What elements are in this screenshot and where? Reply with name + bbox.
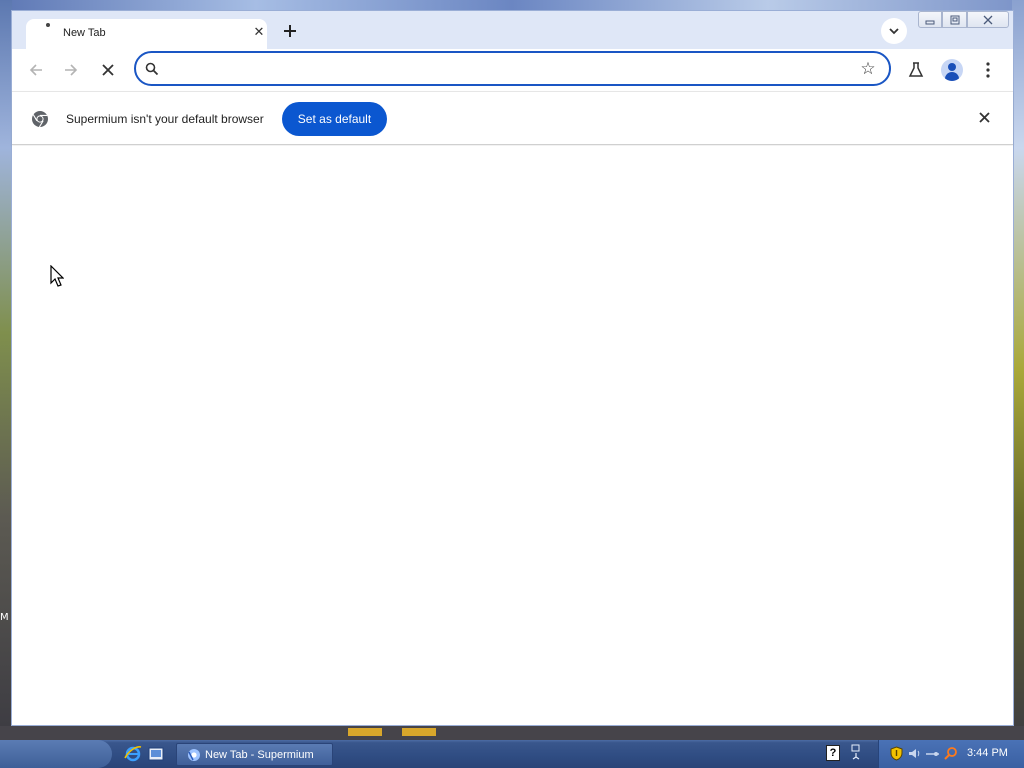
close-icon [102,64,114,76]
chevron-down-icon [889,28,899,35]
infobar-close-button[interactable] [975,110,993,128]
desktop-wallpaper-top [0,0,1024,10]
set-as-default-button[interactable]: Set as default [282,102,387,136]
default-browser-infobar: Supermium isn't your default browser Set… [12,91,1013,145]
tab-close-icon[interactable]: ✕ [252,25,266,39]
address-input[interactable] [166,59,846,79]
flask-icon [908,62,924,77]
browser-toolbar: ☆ [12,49,1013,91]
search-icon [145,62,159,76]
window-controls [918,11,1010,29]
forward-button[interactable] [58,57,84,83]
taskbar: New Tab - Supermium ? 3:44 PM [0,740,1024,768]
security-shield-icon[interactable] [889,746,904,761]
profile-button[interactable] [939,57,965,83]
close-icon [983,15,993,24]
more-menu-button[interactable] [975,57,1001,83]
chromium-logo-icon [32,111,48,128]
tab-new-tab[interactable]: New Tab ✕ [26,19,267,49]
system-tray: 3:44 PM [878,740,1024,768]
connection-icon[interactable] [925,746,940,761]
bookmark-star-icon[interactable]: ☆ [857,58,879,80]
infobar-message: Supermium isn't your default browser [66,112,264,126]
close-icon [978,112,990,123]
tab-title: New Tab [63,27,106,39]
arrow-left-icon [29,64,42,76]
start-button[interactable] [0,740,112,768]
supermium-icon [188,749,200,761]
help-icon[interactable]: ? [826,745,840,761]
minimize-icon [925,20,935,24]
plus-icon [284,25,296,37]
taskbar-button-label: New Tab - Supermium [205,749,314,761]
tab-loading-icon [46,23,50,27]
tab-strip: New Tab ✕ [12,11,1013,49]
browser-window: New Tab ✕ ☆ Supermium isn't your default… [11,10,1014,726]
stop-loading-button[interactable] [95,57,121,83]
maximize-icon [950,15,959,24]
page-content[interactable] [12,146,1013,725]
network-icon[interactable] [849,744,863,762]
new-tab-button[interactable] [280,21,300,41]
sound-icon[interactable] [907,746,922,761]
maximize-button[interactable] [942,11,967,28]
desktop-wallpaper-bottom [0,726,1024,740]
labs-button[interactable] [903,57,929,83]
magnifier-icon[interactable] [943,746,958,761]
back-button[interactable] [23,57,49,83]
address-bar[interactable]: ☆ [134,51,891,86]
avatar-icon [941,59,963,81]
show-desktop-icon[interactable] [147,745,165,763]
minimize-button[interactable] [918,11,942,28]
mouse-cursor-icon [50,265,64,287]
tab-search-button[interactable] [881,18,907,44]
clock[interactable]: 3:44 PM [967,747,1008,759]
desktop-edge-text: M [0,612,9,623]
window-close-button[interactable] [967,11,1009,28]
arrow-right-icon [65,64,78,76]
more-vertical-icon [986,62,990,78]
internet-explorer-icon[interactable] [124,745,142,763]
taskbar-button-browser[interactable]: New Tab - Supermium [176,743,333,766]
